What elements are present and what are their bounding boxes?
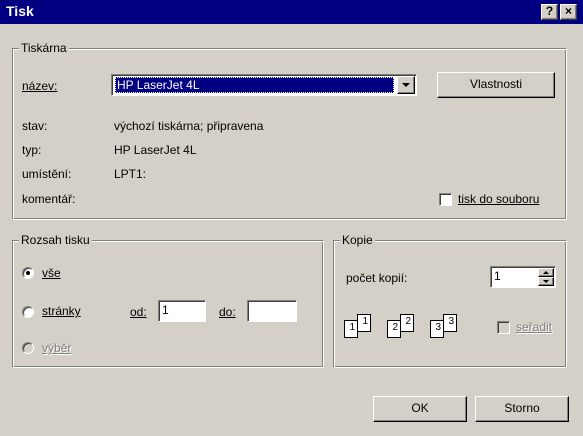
- printer-group-title: Tiskárna: [19, 41, 69, 55]
- from-input-value: 1: [162, 303, 169, 317]
- printer-name-value: HP LaserJet 4L: [115, 77, 394, 93]
- close-button[interactable]: ×: [560, 4, 577, 20]
- close-icon: ×: [564, 4, 572, 18]
- copies-spin-down[interactable]: [538, 277, 554, 286]
- properties-button[interactable]: Vlastnosti: [437, 72, 555, 98]
- location-label: umístění:: [22, 167, 72, 181]
- printer-dropdown-button[interactable]: [397, 76, 415, 94]
- copies-spin-up[interactable]: [538, 268, 554, 277]
- status-value: výchozí tiskárna; připravena: [114, 119, 264, 133]
- properties-button-label: Vlastnosti: [469, 77, 523, 91]
- status-label: stav:: [22, 119, 48, 133]
- collate-label[interactable]: seřadit: [516, 320, 552, 334]
- copy-page-icon: 1: [344, 320, 358, 338]
- type-value: HP LaserJet 4L: [114, 143, 197, 157]
- copies-group-title: Kopie: [340, 233, 375, 247]
- radio-selected-dot: [26, 271, 30, 275]
- ok-button-label: OK: [411, 401, 429, 415]
- chevron-up-icon: [543, 271, 549, 274]
- copy-page-icon: 1: [357, 314, 371, 332]
- help-icon: ?: [545, 4, 554, 18]
- radio-selection-label[interactable]: výběr: [42, 341, 71, 355]
- print-range-group-title: Rozsah tisku: [19, 233, 92, 247]
- window-title: Tisk: [6, 3, 34, 19]
- from-label: od:: [130, 305, 147, 319]
- copy-page-icon: 2: [400, 314, 414, 332]
- to-input[interactable]: [247, 300, 297, 322]
- collate-checkbox[interactable]: [497, 321, 510, 334]
- type-label: typ:: [22, 143, 42, 157]
- radio-all-label[interactable]: vše: [42, 266, 61, 280]
- radio-all[interactable]: [22, 267, 34, 279]
- to-label: do:: [219, 305, 236, 319]
- copies-count-input[interactable]: 1: [490, 266, 556, 288]
- help-button[interactable]: ?: [541, 4, 558, 20]
- copies-count-value: 1: [494, 269, 501, 283]
- print-to-file-checkbox[interactable]: [439, 193, 452, 206]
- cancel-button-label: Storno: [504, 401, 540, 415]
- printer-name-label: název:: [22, 79, 58, 93]
- comment-label: komentář:: [22, 192, 76, 206]
- from-input[interactable]: 1: [158, 300, 206, 322]
- radio-pages[interactable]: [22, 306, 34, 318]
- chevron-down-icon: [543, 280, 549, 283]
- cancel-button[interactable]: Storno: [475, 396, 569, 422]
- copies-group: Kopie: [333, 233, 567, 368]
- copy-page-icon: 2: [387, 320, 401, 338]
- copy-page-icon: 3: [443, 314, 457, 332]
- print-to-file-label[interactable]: tisk do souboru: [458, 192, 539, 206]
- location-value: LPT1:: [114, 167, 147, 181]
- radio-selection[interactable]: [22, 342, 34, 354]
- title-bar[interactable]: Tisk ? ×: [0, 0, 583, 24]
- copies-count-label: počet kopií:: [346, 271, 408, 285]
- copy-page-icon: 3: [430, 320, 444, 338]
- radio-pages-label[interactable]: stránky: [42, 304, 81, 318]
- printer-name-select[interactable]: HP LaserJet 4L: [111, 74, 417, 96]
- ok-button[interactable]: OK: [373, 396, 467, 422]
- chevron-down-icon: [402, 83, 410, 87]
